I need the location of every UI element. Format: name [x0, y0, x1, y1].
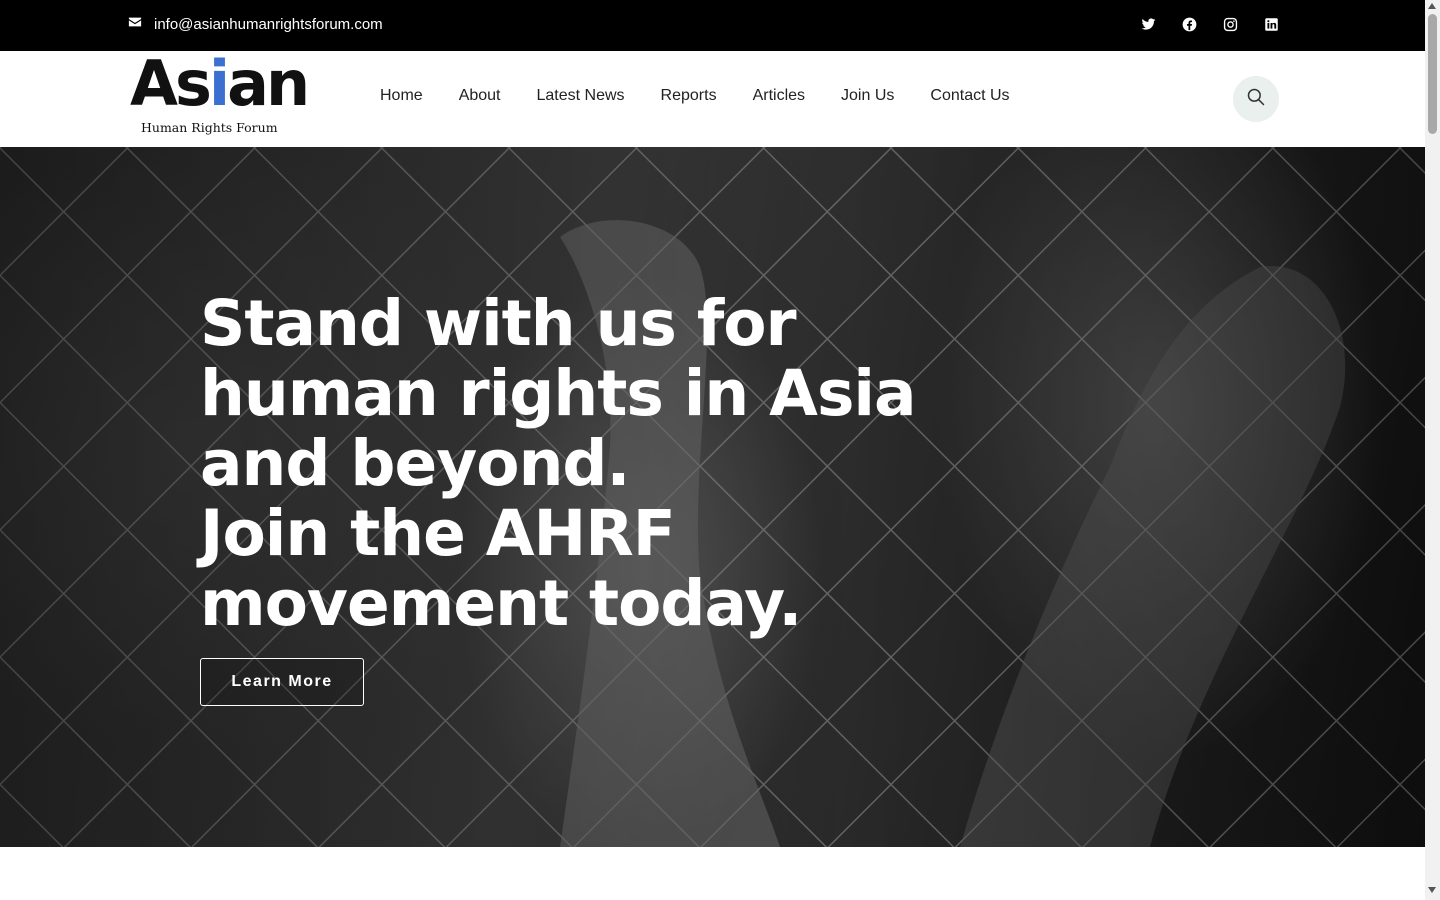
twitter-icon[interactable] [1141, 17, 1156, 32]
facebook-icon[interactable] [1182, 17, 1197, 32]
search-icon [1246, 87, 1266, 112]
scrollbar-thumb[interactable] [1428, 14, 1437, 134]
logo-wordmark: Asian [130, 47, 310, 120]
nav-item-articles[interactable]: Articles [735, 87, 823, 105]
contact-email[interactable]: info@asianhumanrightsforum.com [128, 15, 383, 33]
top-bar: info@asianhumanrightsforum.com [0, 0, 1425, 51]
nav-item-join-us[interactable]: Join Us [823, 87, 912, 105]
search-button[interactable] [1233, 76, 1279, 122]
instagram-icon[interactable] [1223, 17, 1238, 32]
envelope-icon [128, 15, 142, 33]
logo-tagline: Human Rights Forum [141, 120, 278, 135]
nav-item-latest-news[interactable]: Latest News [519, 87, 643, 105]
social-links [1141, 17, 1279, 32]
page-scrollbar[interactable] [1425, 0, 1440, 900]
nav-item-reports[interactable]: Reports [643, 87, 735, 105]
site-header: Asian Human Rights Forum Home About Late… [0, 51, 1425, 147]
nav-item-home[interactable]: Home [362, 87, 441, 105]
nav-item-contact-us[interactable]: Contact Us [912, 87, 1027, 105]
email-text: info@asianhumanrightsforum.com [154, 15, 383, 33]
nav-item-about[interactable]: About [441, 87, 519, 105]
scroll-down-arrow-icon[interactable] [1428, 887, 1436, 893]
linkedin-icon[interactable] [1264, 17, 1279, 32]
site-logo[interactable]: Asian Human Rights Forum [130, 53, 310, 139]
main-nav: Home About Latest News Reports Articles … [362, 87, 1028, 105]
hero-headline: Stand with us for human rights in Asia a… [200, 287, 917, 640]
learn-more-button[interactable]: Learn More [200, 658, 364, 706]
scroll-up-arrow-icon[interactable] [1428, 3, 1436, 9]
hero-section: Stand with us for human rights in Asia a… [0, 147, 1425, 847]
